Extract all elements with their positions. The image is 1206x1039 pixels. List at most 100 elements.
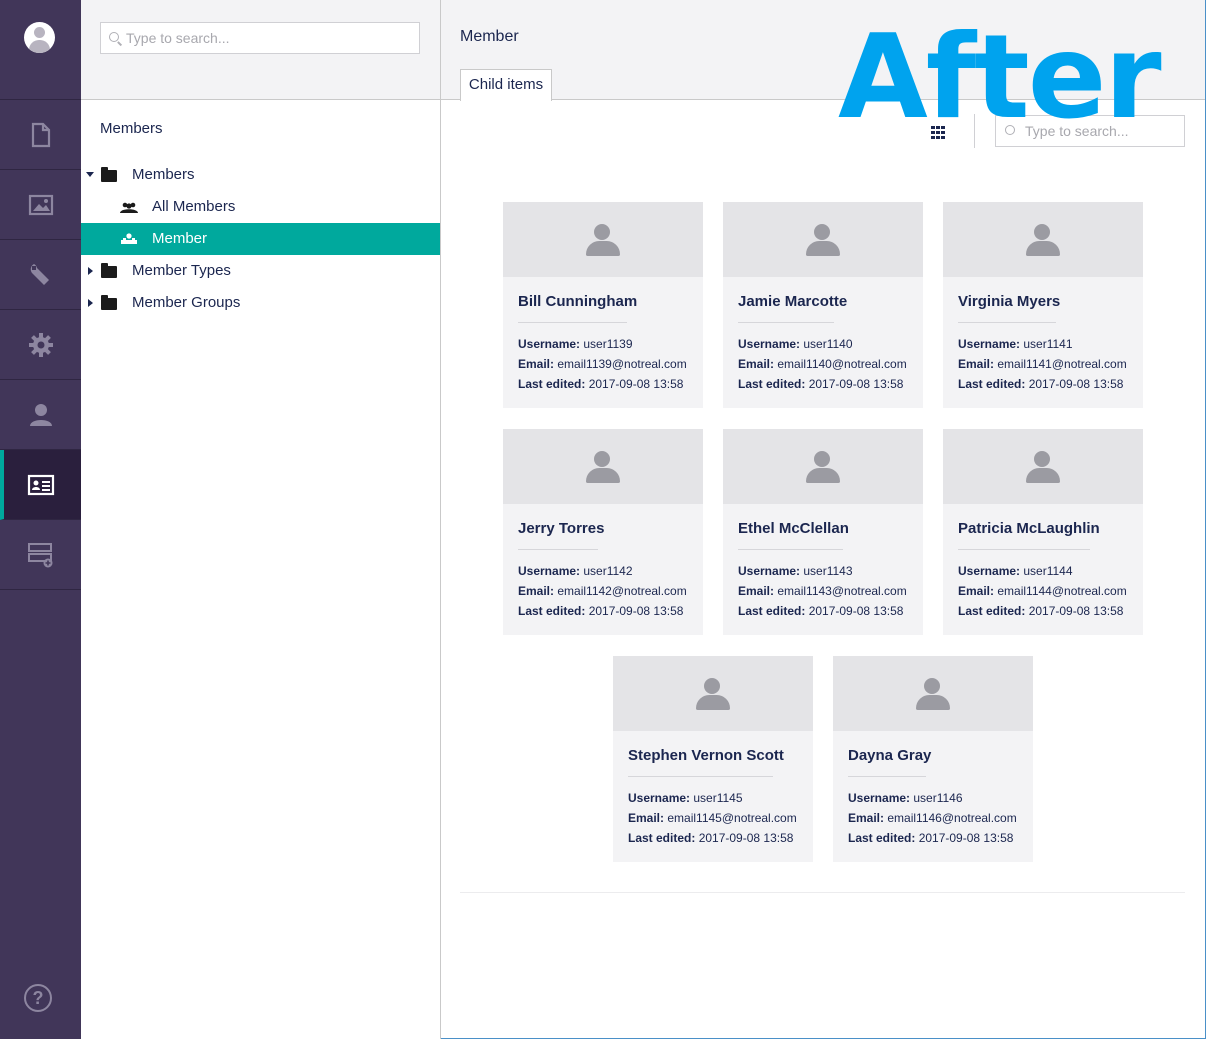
- member-username: Username: user1144: [958, 564, 1073, 578]
- member-name[interactable]: Ethel McClellan: [738, 520, 849, 537]
- tab-child-items[interactable]: Child items: [460, 69, 552, 101]
- person-icon: [594, 451, 610, 467]
- wrench-icon: [30, 263, 49, 285]
- member-name[interactable]: Jamie Marcotte: [738, 293, 847, 310]
- member-thumbnail: [723, 202, 923, 277]
- tree-panel: Members Members All Members Member Membe…: [81, 0, 441, 1039]
- member-card[interactable]: Jamie Marcotte Username: user1140 Email: e…: [723, 202, 923, 408]
- member-name[interactable]: Jerry Torres: [518, 520, 604, 537]
- member-thumbnail: [723, 429, 923, 504]
- member-name[interactable]: Virginia Myers: [958, 293, 1060, 310]
- member-username: Username: user1145: [628, 791, 743, 805]
- page-title: Member: [460, 28, 519, 45]
- section-media[interactable]: [0, 170, 81, 240]
- member-name[interactable]: Patricia McLaughlin: [958, 520, 1100, 537]
- gear-icon: [28, 332, 53, 357]
- person-icon: [814, 224, 830, 240]
- member-username: Username: user1140: [738, 337, 853, 351]
- member-last-edited: Last edited: 2017-09-08 13:58: [518, 377, 684, 391]
- member-username: Username: user1139: [518, 337, 633, 351]
- tree-search-box[interactable]: [100, 22, 420, 54]
- tree-node-member-groups[interactable]: Member Groups: [81, 287, 440, 319]
- person-icon: [1034, 224, 1050, 240]
- caret-down-icon[interactable]: [86, 172, 94, 177]
- person-icon: [704, 678, 720, 694]
- member-card[interactable]: Ethel McClellan Username: user1143 Email: …: [723, 429, 923, 635]
- section-developer[interactable]: [0, 310, 81, 380]
- member-email: Email: email1140@notreal.com: [738, 357, 907, 371]
- member-username: Username: user1143: [738, 564, 853, 578]
- person-icon: [814, 451, 830, 467]
- section-settings[interactable]: [0, 240, 81, 310]
- section-users[interactable]: [0, 380, 81, 450]
- member-last-edited: Last edited: 2017-09-08 13:58: [958, 604, 1124, 618]
- tree-node-members[interactable]: Members: [81, 159, 440, 191]
- person-icon: [1034, 451, 1050, 467]
- section-sidebar: ?: [0, 0, 81, 1039]
- tree-node-member[interactable]: Member: [81, 223, 440, 255]
- after-overlay-text: After: [838, 10, 1162, 145]
- card-divider: [958, 549, 1090, 550]
- member-last-edited: Last edited: 2017-09-08 13:58: [848, 831, 1014, 845]
- member-card[interactable]: Patricia McLaughlin Username: user1144 Ema…: [943, 429, 1143, 635]
- member-thumbnail: [503, 429, 703, 504]
- member-last-edited: Last edited: 2017-09-08 13:58: [738, 377, 904, 391]
- help-icon[interactable]: ?: [24, 984, 52, 1012]
- folder-icon: [101, 295, 117, 310]
- user-avatar-cell[interactable]: [0, 0, 81, 100]
- member-card-icon: [27, 474, 54, 495]
- folder-icon: [101, 167, 117, 182]
- member-thumbnail: [943, 429, 1143, 504]
- tree-title: Members: [100, 120, 163, 137]
- member-email: Email: email1143@notreal.com: [738, 584, 907, 598]
- tree-search-input[interactable]: [126, 23, 416, 53]
- member-card[interactable]: Stephen Vernon Scott Username: user1145 Em…: [613, 656, 813, 862]
- member-email: Email: email1145@notreal.com: [628, 811, 797, 825]
- member-username: Username: user1146: [848, 791, 963, 805]
- member-last-edited: Last edited: 2017-09-08 13:58: [628, 831, 794, 845]
- tree-node-label: Member Groups: [132, 294, 241, 311]
- tree-header: [81, 0, 440, 100]
- footer-divider: [460, 892, 1185, 893]
- member-type-icon: [121, 233, 137, 244]
- caret-right-icon[interactable]: [88, 299, 93, 307]
- section-content[interactable]: [0, 100, 81, 170]
- member-card[interactable]: Bill Cunningham Username: user1139 Email: …: [503, 202, 703, 408]
- member-email: Email: email1146@notreal.com: [848, 811, 1017, 825]
- main-panel: Member Child items After Bill Cunningham…: [441, 0, 1205, 1038]
- member-name[interactable]: Bill Cunningham: [518, 293, 637, 310]
- member-last-edited: Last edited: 2017-09-08 13:58: [518, 604, 684, 618]
- forms-icon: [27, 542, 52, 567]
- section-forms[interactable]: [0, 520, 81, 590]
- card-divider: [518, 549, 598, 550]
- member-name[interactable]: Stephen Vernon Scott: [628, 747, 784, 764]
- section-members[interactable]: [0, 450, 81, 520]
- card-divider: [958, 322, 1056, 323]
- folder-icon: [101, 263, 117, 278]
- caret-right-icon[interactable]: [88, 267, 93, 275]
- avatar[interactable]: [24, 22, 55, 53]
- tree-node-label: Member Types: [132, 262, 231, 279]
- tree-node-label: All Members: [152, 198, 236, 215]
- search-icon: [109, 32, 119, 42]
- member-username: Username: user1142: [518, 564, 633, 578]
- member-last-edited: Last edited: 2017-09-08 13:58: [958, 377, 1124, 391]
- member-card[interactable]: Jerry Torres Username: user1142 Email: ema…: [503, 429, 703, 635]
- member-thumbnail: [613, 656, 813, 731]
- member-thumbnail: [503, 202, 703, 277]
- member-group-icon: [120, 202, 138, 213]
- card-divider: [738, 322, 834, 323]
- member-email: Email: email1142@notreal.com: [518, 584, 687, 598]
- member-name[interactable]: Dayna Gray: [848, 747, 931, 764]
- card-divider: [518, 322, 627, 323]
- member-card[interactable]: Dayna Gray Username: user1146 Email: email…: [833, 656, 1033, 862]
- person-icon: [594, 224, 610, 240]
- card-divider: [628, 776, 773, 777]
- member-card[interactable]: Virginia Myers Username: user1141 Email: e…: [943, 202, 1143, 408]
- member-username: Username: user1141: [958, 337, 1073, 351]
- card-divider: [738, 549, 843, 550]
- tree-node-label: Members: [132, 166, 195, 183]
- tree-node-all-members[interactable]: All Members: [81, 191, 440, 223]
- image-icon: [28, 194, 53, 215]
- tree-node-member-types[interactable]: Member Types: [81, 255, 440, 287]
